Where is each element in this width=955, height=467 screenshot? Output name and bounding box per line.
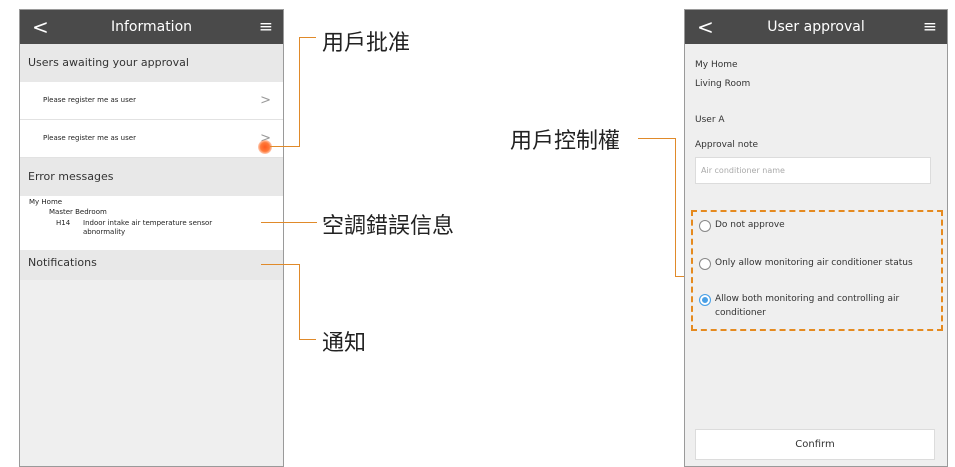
approval-note-label: Approval note bbox=[695, 140, 759, 150]
error-messages-header: Error messages bbox=[20, 158, 283, 196]
callout-line bbox=[270, 146, 300, 147]
error-message-line1: Indoor intake air temperature sensor bbox=[83, 219, 213, 227]
callout-line bbox=[675, 138, 676, 277]
approval-request-row[interactable]: Please register me as user > bbox=[20, 120, 283, 158]
callout-line bbox=[299, 339, 316, 340]
error-home: My Home bbox=[29, 198, 63, 206]
error-message-item[interactable]: My Home Master Bedroom H14 Indoor intake… bbox=[20, 196, 283, 250]
awaiting-approval-header: Users awaiting your approval bbox=[20, 44, 283, 82]
menu-icon[interactable]: ≡ bbox=[923, 10, 937, 44]
page-title: User approval bbox=[767, 19, 865, 35]
callout-line bbox=[299, 37, 300, 147]
callout-user-control: 用戶控制權 bbox=[510, 129, 621, 154]
menu-icon[interactable]: ≡ bbox=[259, 10, 273, 44]
top-bar: < Information ≡ bbox=[20, 10, 283, 44]
confirm-button[interactable]: Confirm bbox=[695, 429, 935, 460]
chevron-right-icon: > bbox=[260, 93, 271, 108]
error-room: Master Bedroom bbox=[49, 208, 107, 216]
callout-notification: 通知 bbox=[322, 331, 367, 356]
page-title: Information bbox=[110, 19, 193, 35]
room-name: Living Room bbox=[695, 79, 751, 89]
callout-line bbox=[261, 222, 317, 223]
request-label: Please register me as user bbox=[43, 134, 136, 142]
home-name: My Home bbox=[695, 60, 738, 70]
callout-line bbox=[638, 138, 676, 139]
callout-line bbox=[299, 264, 300, 340]
request-label: Please register me as user bbox=[43, 96, 136, 104]
approval-request-row[interactable]: Please register me as user > bbox=[20, 82, 283, 120]
callout-line bbox=[261, 264, 300, 265]
error-message-line2: abnormality bbox=[83, 228, 126, 236]
user-name: User A bbox=[695, 115, 725, 125]
options-highlight bbox=[691, 210, 943, 331]
callout-user-approval: 用戶批准 bbox=[322, 31, 411, 56]
approval-note-input[interactable]: Air conditioner name bbox=[695, 157, 931, 184]
notifications-header[interactable]: Notifications bbox=[20, 250, 283, 280]
callout-ac-error: 空調錯誤信息 bbox=[322, 214, 455, 239]
top-bar: < User approval ≡ bbox=[685, 10, 947, 44]
information-screen: < Information ≡ Users awaiting your appr… bbox=[19, 9, 284, 467]
callout-line bbox=[299, 37, 316, 38]
tap-indicator bbox=[258, 140, 272, 154]
error-code: H14 bbox=[56, 219, 71, 227]
